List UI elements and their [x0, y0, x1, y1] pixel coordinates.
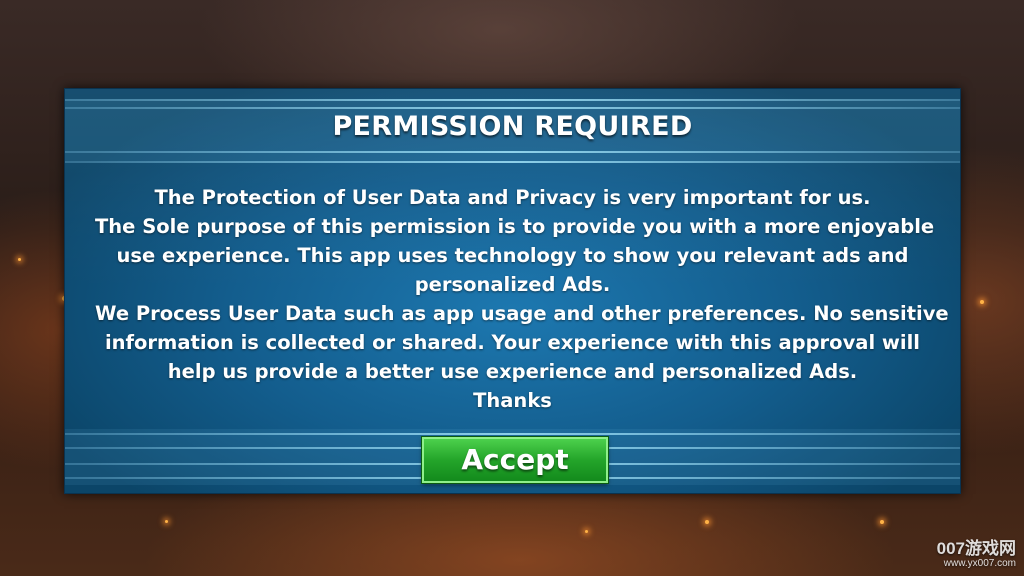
- message-line: Thanks: [473, 389, 552, 412]
- ember-particle: [18, 258, 21, 261]
- game-background: PERMISSION REQUIRED The Protection of Us…: [0, 0, 1024, 576]
- message-line: personalized Ads.: [414, 273, 611, 296]
- dialog-title: PERMISSION REQUIRED: [332, 111, 693, 142]
- message-line: The Sole purpose of this permission is t…: [95, 215, 935, 238]
- dialog-message: The Protection of User Data and Privacy …: [95, 183, 949, 415]
- watermark-url: www.yx007.com: [943, 558, 1016, 569]
- bottom-stripe: [65, 433, 960, 435]
- top-stripe: [65, 151, 960, 153]
- watermark-name: 007游戏网: [936, 539, 1016, 558]
- top-stripe: [65, 161, 960, 163]
- message-line: help us provide a better use experience …: [167, 360, 858, 383]
- permission-dialog: PERMISSION REQUIRED The Protection of Us…: [64, 88, 961, 494]
- site-watermark: 007游戏网 www.yx007.com: [937, 540, 1016, 570]
- ember-particle: [705, 520, 709, 524]
- ember-particle: [585, 530, 588, 533]
- message-line: We Process User Data such as app usage a…: [95, 302, 949, 325]
- message-line: use experience. This app uses technology…: [116, 244, 909, 267]
- message-line: The Protection of User Data and Privacy …: [154, 186, 871, 209]
- ember-particle: [980, 300, 984, 304]
- accept-button[interactable]: Accept: [422, 437, 608, 483]
- top-stripe: [65, 107, 960, 109]
- ember-particle: [165, 520, 168, 523]
- message-line: information is collected or shared. Your…: [104, 331, 920, 354]
- top-stripe: [65, 99, 960, 101]
- ember-particle: [880, 520, 884, 524]
